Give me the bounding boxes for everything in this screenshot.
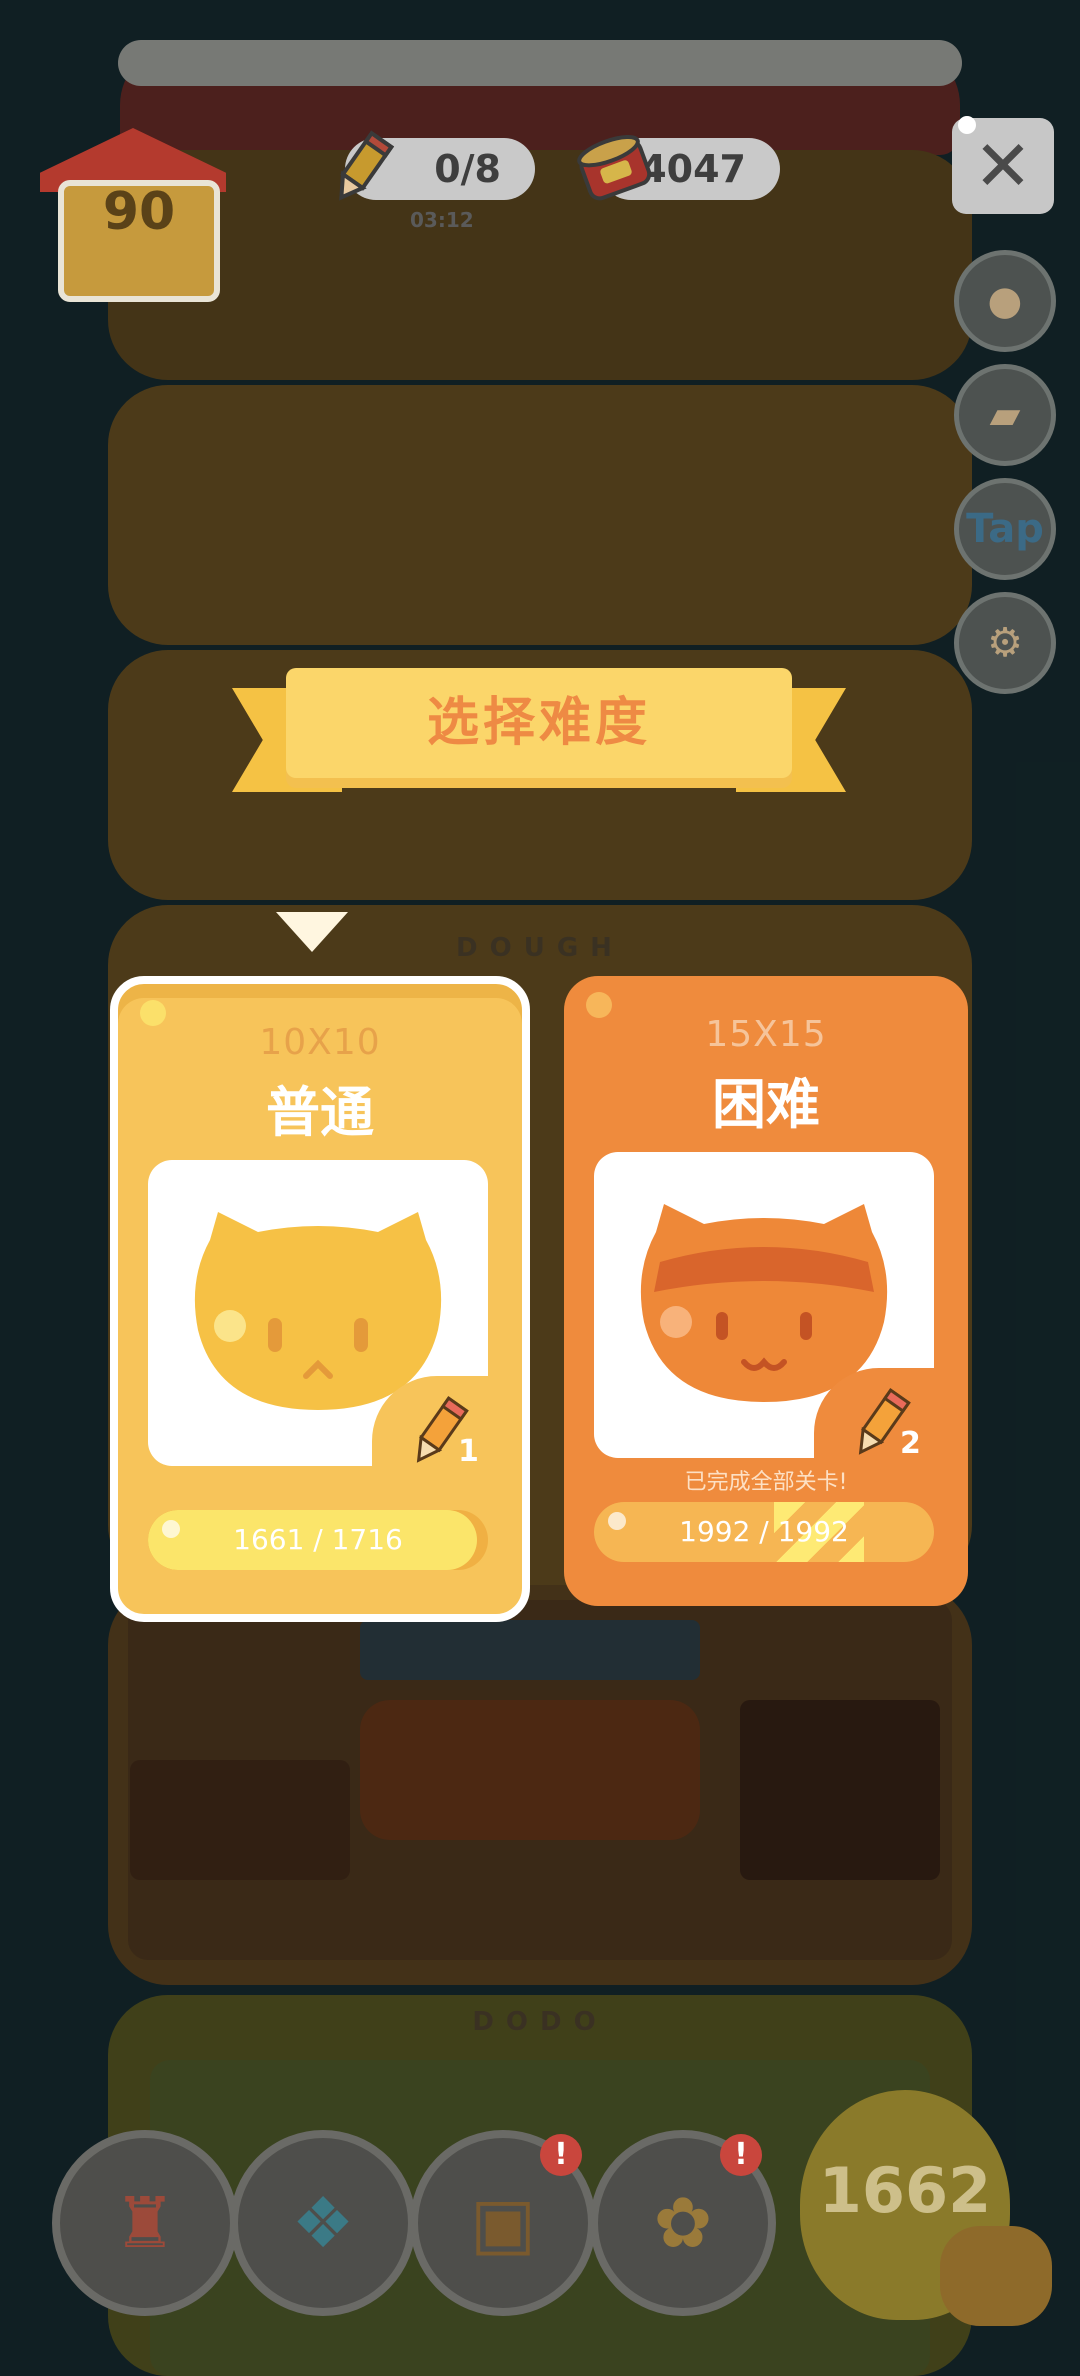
- level-progress-bar: 1661 / 1716: [148, 1510, 488, 1570]
- coin-count: 1662: [818, 2154, 992, 2227]
- all-levels-complete-note: 已完成全部关卡!: [684, 1470, 848, 1495]
- pencil-icon: [322, 128, 402, 208]
- pencil-cost: 1: [458, 1434, 479, 1469]
- paw-book-icon: ❖: [291, 2182, 355, 2264]
- grid-size-label: 15X15: [705, 1014, 827, 1055]
- difficulty-name: 困难: [712, 1073, 820, 1136]
- gallery-alert-badge: !: [540, 2134, 582, 2176]
- settings-button[interactable]: ⚙: [954, 592, 1056, 694]
- furniture-button[interactable]: ♜: [52, 2130, 238, 2316]
- difficulty-card-hard[interactable]: 15X15 困难 2 已完成全部关卡! 1992 / 1992: [564, 976, 968, 1606]
- tap-button[interactable]: Tap: [954, 478, 1056, 580]
- cat-food-can-icon: [574, 128, 656, 210]
- progress-text: 1992 / 1992: [679, 1515, 849, 1548]
- difficulty-banner: 选择难度: [232, 668, 846, 798]
- difficulty-name: 普通: [266, 1081, 374, 1144]
- progress-text: 1661 / 1716: [233, 1523, 403, 1556]
- pencil-cost-badge: 1: [372, 1376, 502, 1506]
- pencil-timer: 03:12: [410, 208, 474, 232]
- difficulty-card-normal[interactable]: 10X10 普通 1 1661 / 1716: [110, 976, 530, 1622]
- pencil-count: 0/8: [434, 147, 501, 191]
- cat-avatar-icon[interactable]: [940, 2226, 1052, 2326]
- dialog-title: 选择难度: [426, 693, 651, 753]
- album-button[interactable]: ❖: [230, 2130, 416, 2316]
- gear-icon: ⚙: [987, 620, 1023, 666]
- house-level-badge[interactable]: 90: [28, 120, 238, 302]
- armchair-icon: ♜: [113, 2182, 177, 2264]
- brush-icon: ▰: [989, 392, 1021, 438]
- mushroom-button[interactable]: ●: [954, 250, 1056, 352]
- house-level-number: 90: [102, 182, 176, 242]
- grid-size-label: 10X10: [259, 1022, 381, 1063]
- banner-plate: 选择难度: [286, 668, 792, 778]
- level-progress-bar: 1992 / 1992: [594, 1502, 934, 1562]
- notification-dot: [958, 116, 976, 134]
- tap-label: Tap: [966, 506, 1044, 552]
- can-count: 4047: [640, 147, 746, 191]
- pencil-cost: 2: [900, 1426, 921, 1461]
- brush-button[interactable]: ▰: [954, 364, 1056, 466]
- mushroom-icon: ●: [987, 278, 1023, 324]
- gift-alert-badge: !: [720, 2134, 762, 2176]
